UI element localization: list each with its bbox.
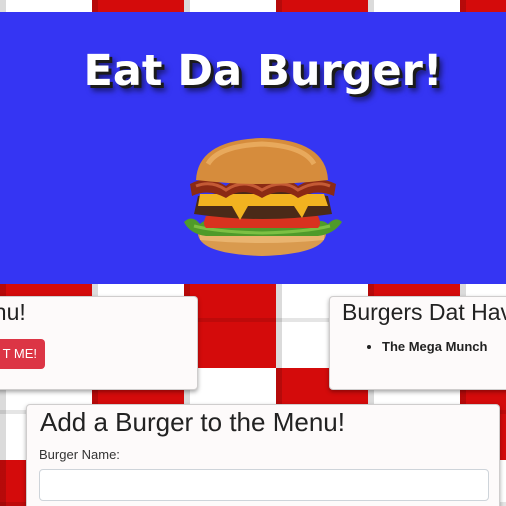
add-burger-card: Add a Burger to the Menu! Burger Name: (26, 404, 500, 506)
add-burger-title: Add a Burger to the Menu! (40, 407, 345, 437)
devoured-list: The Mega Munch (330, 339, 487, 354)
burger-name-input[interactable] (39, 469, 489, 501)
menu-card-title: enu! (0, 299, 26, 325)
devoured-list-item: The Mega Munch (382, 339, 487, 354)
eat-me-button[interactable]: T ME! (0, 339, 45, 369)
burger-name-label: Burger Name: (39, 447, 120, 462)
page-title: Eat Da Burger! (83, 46, 443, 96)
menu-card: enu! T ME! (0, 296, 198, 390)
burger-image (184, 138, 342, 256)
devoured-card: Burgers Dat Hav The Mega Munch (329, 296, 506, 390)
header-banner: Eat Da Burger! (0, 12, 506, 284)
devoured-card-title: Burgers Dat Hav (342, 299, 506, 325)
